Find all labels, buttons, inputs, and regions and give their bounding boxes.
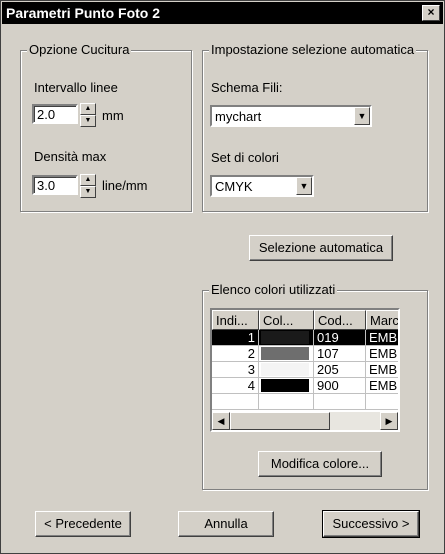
colorset-label: Set di colori (211, 150, 279, 165)
interval-unit: mm (102, 108, 124, 123)
cell-color-swatch (259, 346, 314, 362)
dialog-window: Parametri Punto Foto 2 × Opzione Cucitur… (0, 0, 445, 554)
cell-brand: EMBROI (366, 346, 398, 362)
interval-spinner[interactable]: ▲ ▼ (80, 103, 96, 127)
scroll-right-icon[interactable]: ▶ (380, 412, 398, 430)
table-row-empty (212, 394, 398, 410)
color-list-legend: Elenco colori utilizzati (209, 282, 338, 297)
table-row[interactable]: 2 107EMBROI (212, 346, 398, 362)
dropdown-arrow-icon[interactable]: ▼ (296, 177, 312, 195)
spin-down-icon[interactable]: ▼ (80, 115, 96, 127)
color-swatch (261, 331, 309, 344)
window-title: Parametri Punto Foto 2 (6, 5, 161, 21)
interval-label: Intervallo linee (34, 80, 118, 95)
previous-button[interactable]: < Precedente (35, 511, 131, 537)
table-row[interactable]: 3 205EMBROI (212, 362, 398, 378)
interval-input[interactable]: 2.0 (32, 104, 78, 124)
cell-color-swatch (259, 330, 314, 346)
cell-code: 107 (314, 346, 366, 362)
close-button[interactable]: × (422, 5, 440, 21)
spin-up-icon[interactable]: ▲ (80, 174, 96, 186)
title-bar: Parametri Punto Foto 2 × (2, 2, 443, 24)
cell-brand: EMBROI (366, 378, 398, 394)
horizontal-scrollbar[interactable]: ◀ ▶ (212, 412, 398, 430)
scheme-label: Schema Fili: (211, 80, 283, 95)
column-color[interactable]: Col... (259, 310, 314, 330)
table-row[interactable]: 4 900EMBROI (212, 378, 398, 394)
scheme-value: mychart (215, 109, 262, 124)
spin-down-icon[interactable]: ▼ (80, 186, 96, 198)
dropdown-arrow-icon[interactable]: ▼ (354, 107, 370, 125)
cell-code: 205 (314, 362, 366, 378)
color-swatch (261, 379, 309, 392)
density-unit: line/mm (102, 178, 148, 193)
cell-color-swatch (259, 362, 314, 378)
cancel-button[interactable]: Annulla (178, 511, 274, 537)
column-code[interactable]: Cod... (314, 310, 366, 330)
color-list[interactable]: Indi... Col... Cod... Marca 1019EMBROI21… (210, 308, 400, 432)
colorset-select[interactable]: CMYK ▼ (210, 175, 314, 197)
color-swatch (261, 347, 309, 360)
cell-index: 4 (212, 378, 259, 394)
density-spinner[interactable]: ▲ ▼ (80, 174, 96, 198)
cell-code: 019 (314, 330, 366, 346)
scroll-left-icon[interactable]: ◀ (212, 412, 230, 430)
column-brand[interactable]: Marca (366, 310, 398, 330)
modify-color-button[interactable]: Modifica colore... (258, 451, 382, 477)
auto-selection-legend: Impostazione selezione automatica (209, 42, 417, 57)
cell-index: 3 (212, 362, 259, 378)
scroll-thumb[interactable] (230, 412, 330, 430)
cell-index: 1 (212, 330, 259, 346)
cell-color-swatch (259, 378, 314, 394)
table-row[interactable]: 1 019EMBROI (212, 330, 398, 346)
colorset-value: CMYK (215, 179, 253, 194)
color-swatch (261, 363, 309, 376)
cell-code: 900 (314, 378, 366, 394)
scheme-select[interactable]: mychart ▼ (210, 105, 372, 127)
cell-brand: EMBROI (366, 330, 398, 346)
stitch-options-legend: Opzione Cucitura (27, 42, 132, 57)
auto-select-button[interactable]: Selezione automatica (249, 235, 393, 261)
next-button[interactable]: Successivo > (322, 510, 420, 538)
density-input[interactable]: 3.0 (32, 175, 78, 195)
cell-index: 2 (212, 346, 259, 362)
color-list-header: Indi... Col... Cod... Marca (212, 310, 398, 330)
spin-up-icon[interactable]: ▲ (80, 103, 96, 115)
cell-brand: EMBROI (366, 362, 398, 378)
column-index[interactable]: Indi... (212, 310, 259, 330)
density-label: Densità max (34, 149, 107, 164)
